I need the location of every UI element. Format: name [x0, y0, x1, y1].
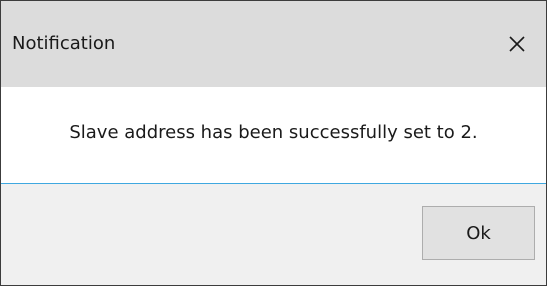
close-button[interactable]	[488, 21, 546, 67]
notification-message: Slave address has been successfully set …	[69, 122, 478, 143]
title-bar: Notification	[1, 1, 546, 87]
ok-button[interactable]: Ok	[422, 206, 535, 260]
dialog-title: Notification	[12, 33, 116, 54]
message-area: Slave address has been successfully set …	[1, 87, 546, 183]
notification-dialog: Notification Slave address has been succ…	[0, 0, 547, 286]
button-bar: Ok	[1, 184, 546, 285]
close-icon	[509, 36, 525, 52]
